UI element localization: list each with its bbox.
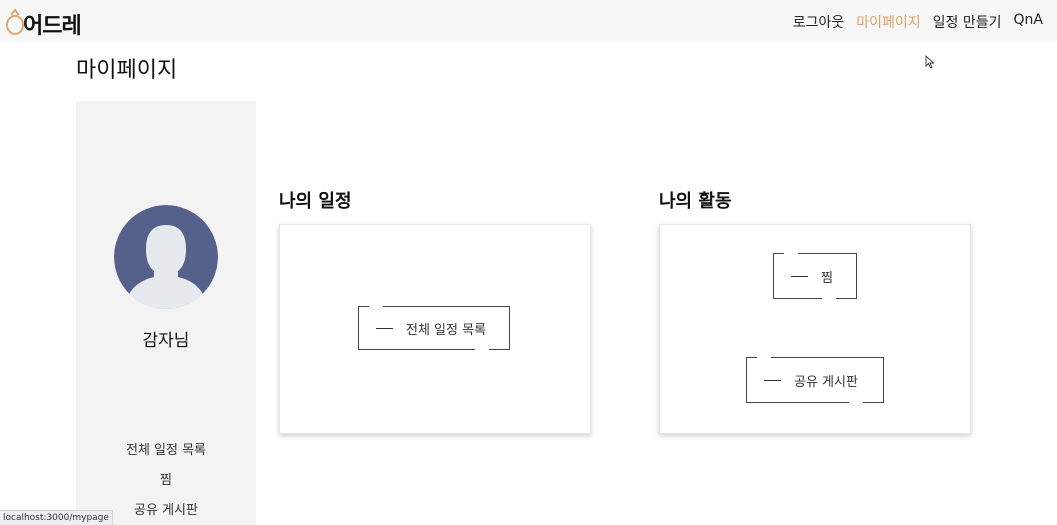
- profile-sidebar: 감자님 전체 일정 목록 찜 공유 게시판: [76, 101, 256, 525]
- sidebar-link-all-schedules[interactable]: 전체 일정 목록: [76, 439, 256, 458]
- favorites-button-label: 찜: [821, 270, 833, 286]
- logo-text: 어드레: [23, 14, 82, 39]
- favorites-button[interactable]: 찜: [773, 253, 857, 299]
- share-board-button-label: 공유 게시판: [794, 374, 858, 390]
- nav-qna[interactable]: QnA: [1014, 12, 1043, 32]
- my-schedule-card: 전체 일정 목록: [279, 224, 591, 434]
- dash-icon: [764, 379, 781, 381]
- dash-icon: [376, 327, 393, 329]
- main-nav: 로그아웃 마이페이지 일정 만들기 QnA: [793, 12, 1043, 32]
- avatar: [114, 205, 218, 309]
- all-schedules-button[interactable]: 전체 일정 목록: [358, 306, 510, 350]
- all-schedules-button-label: 전체 일정 목록: [406, 322, 487, 338]
- nav-create-schedule[interactable]: 일정 만들기: [933, 12, 1002, 32]
- my-activity-title: 나의 활동: [659, 191, 732, 212]
- my-activity-card: 찜 공유 게시판: [659, 224, 971, 434]
- dash-icon: [791, 275, 808, 277]
- user-silhouette-icon: [114, 205, 218, 309]
- top-navigation-bar: 어드레 로그아웃 마이페이지 일정 만들기 QnA: [0, 0, 1057, 42]
- site-logo[interactable]: 어드레: [5, 6, 85, 39]
- nav-mypage[interactable]: 마이페이지: [856, 12, 920, 32]
- page-title: 마이페이지: [76, 58, 178, 83]
- my-schedule-title: 나의 일정: [279, 191, 352, 212]
- mouse-cursor-icon: [925, 55, 935, 69]
- browser-status-url: localhost:3000/mypage: [0, 510, 113, 525]
- username: 감자님: [142, 331, 190, 351]
- share-board-button[interactable]: 공유 게시판: [746, 357, 884, 403]
- sidebar-link-favorites[interactable]: 찜: [76, 469, 256, 488]
- nav-logout[interactable]: 로그아웃: [793, 12, 845, 32]
